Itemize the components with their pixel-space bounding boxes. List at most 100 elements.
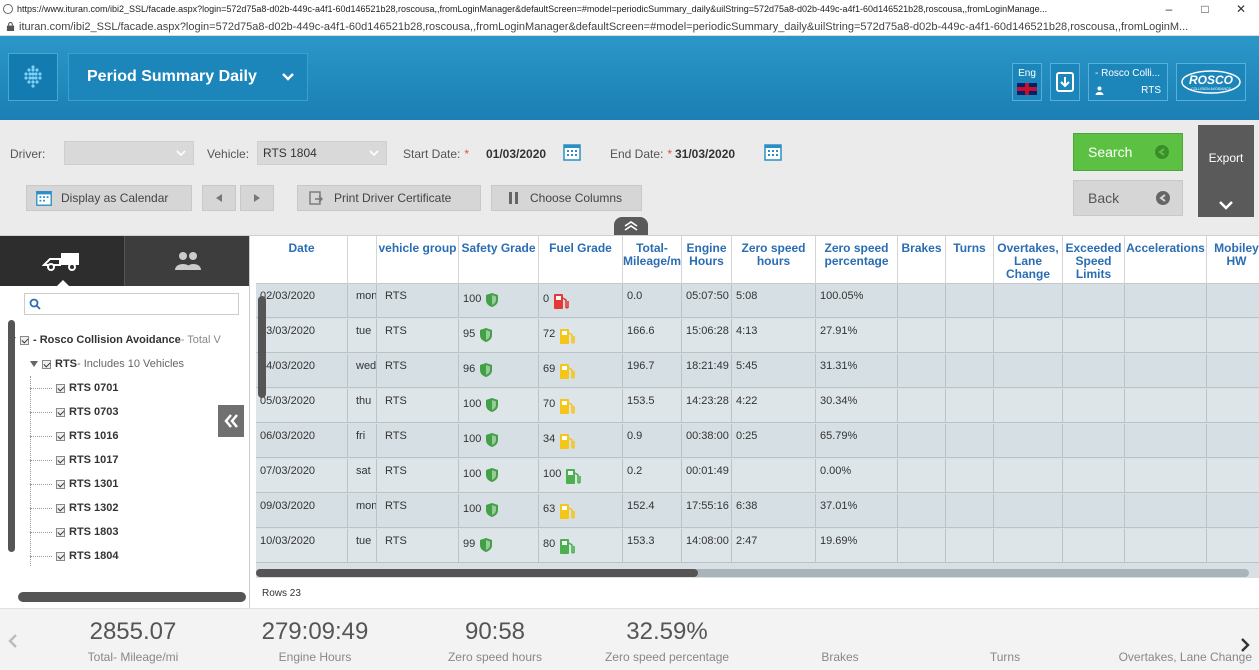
tree-vehicle-item[interactable]: RTS 1301 bbox=[8, 472, 249, 496]
cell-vehicle-group-text: RTS bbox=[385, 290, 407, 302]
tree-horizontal-scrollbar[interactable] bbox=[18, 592, 246, 602]
driver-select[interactable] bbox=[64, 141, 194, 165]
browser-title-bar: https://www.ituran.com/ibi2_SSL/facade.a… bbox=[0, 0, 1259, 18]
print-driver-certificate-button[interactable]: Print Driver Certificate bbox=[297, 185, 481, 211]
cell-safety-grade: 95 bbox=[459, 319, 539, 353]
column-header-exceeded-speed[interactable]: Exceeded Speed Limits bbox=[1063, 236, 1125, 284]
tree-vehicle-item[interactable]: RTS 1017 bbox=[8, 448, 249, 472]
checkbox[interactable] bbox=[56, 479, 65, 489]
columns-icon bbox=[509, 192, 518, 204]
chevron-left-icon[interactable] bbox=[6, 632, 20, 650]
column-header-vehicle-group[interactable]: vehicle group bbox=[377, 236, 459, 284]
column-header-fuel-grade[interactable]: Fuel Grade bbox=[539, 236, 623, 284]
choose-columns-button[interactable]: Choose Columns bbox=[491, 185, 642, 211]
tree-group[interactable]: RTS - Includes 10 Vehicles bbox=[8, 352, 249, 376]
cell-total-mileage-text: 0.0 bbox=[627, 290, 643, 302]
maximize-icon[interactable]: □ bbox=[1187, 2, 1223, 16]
table-row[interactable]: 05/03/2020 thu RTS 100 70 153.5 14:23:28 4:22 30… bbox=[256, 389, 1259, 423]
calendar-icon[interactable] bbox=[562, 142, 582, 162]
table-row[interactable]: 07/03/2020 sat RTS 100 100 0.2 00:01:49 0.00% bbox=[256, 459, 1259, 493]
column-header-turns[interactable]: Turns bbox=[946, 236, 994, 284]
user-menu[interactable]: - Rosco Colli... RTS bbox=[1088, 63, 1168, 101]
column-header-date[interactable]: Date bbox=[256, 236, 348, 284]
column-header-total-mileage[interactable]: Total-Mileage/m bbox=[623, 236, 682, 284]
calendar-icon bbox=[36, 191, 52, 206]
end-date-value[interactable]: 31/03/2020 bbox=[675, 147, 735, 161]
cell-zero-speed-hours: 2:47 bbox=[732, 529, 816, 563]
tab-vehicles[interactable] bbox=[0, 236, 125, 286]
checkbox[interactable] bbox=[42, 359, 51, 369]
tree-vehicle-item[interactable]: RTS 1804 bbox=[8, 544, 249, 568]
checkbox[interactable] bbox=[56, 383, 65, 393]
checkbox[interactable] bbox=[56, 551, 65, 561]
calendar-icon[interactable] bbox=[763, 142, 783, 162]
back-button[interactable]: Back bbox=[1073, 180, 1183, 216]
report-title-dropdown[interactable]: Period Summary Daily bbox=[68, 53, 308, 101]
next-button[interactable] bbox=[240, 185, 274, 211]
column-header-day[interactable] bbox=[348, 236, 377, 284]
vehicle-label: Vehicle: bbox=[207, 147, 250, 161]
table-row[interactable]: 03/03/2020 tue RTS 95 72 166.6 15:06:28 4:13 27.… bbox=[256, 319, 1259, 353]
cell-mobiley-hw bbox=[1207, 389, 1259, 423]
checkbox[interactable] bbox=[56, 455, 65, 465]
download-button[interactable] bbox=[1050, 63, 1080, 101]
checkbox[interactable] bbox=[56, 407, 65, 417]
table-row[interactable]: 10/03/2020 tue RTS 99 80 153.3 14:08:00 2:47 19.… bbox=[256, 529, 1259, 563]
user-icon bbox=[1095, 86, 1104, 95]
previous-button[interactable] bbox=[202, 185, 236, 211]
cell-engine-hours: 18:21:49 bbox=[682, 354, 732, 388]
column-header-zero-speed-percentage[interactable]: Zero speed percentage bbox=[816, 236, 898, 284]
cell-total-mileage: 0.2 bbox=[623, 459, 682, 493]
display-as-calendar-button[interactable]: Display as Calendar bbox=[26, 185, 192, 211]
address-bar[interactable]: ituran.com/ibi2_SSL/facade.aspx?login=57… bbox=[0, 18, 1259, 36]
column-header-engine-hours[interactable]: Engine Hours bbox=[682, 236, 732, 284]
cell-fuel-grade-text: 63 bbox=[543, 503, 556, 515]
tree-root[interactable]: - Rosco Collision Avoidance - Total V bbox=[8, 328, 249, 352]
column-header-safety-grade[interactable]: Safety Grade bbox=[459, 236, 539, 284]
tree-search-input[interactable] bbox=[24, 293, 239, 315]
cell-zero-speed-hours-text: 4:22 bbox=[736, 395, 758, 407]
checkbox[interactable] bbox=[56, 527, 65, 537]
column-header-zero-speed-hours[interactable]: Zero speed hours bbox=[732, 236, 816, 284]
chevron-down-icon bbox=[176, 150, 186, 157]
table-row[interactable]: 04/03/2020 wed RTS 96 69 196.7 18:21:49 5:45 31.… bbox=[256, 354, 1259, 388]
tab-drivers[interactable] bbox=[125, 236, 249, 286]
cell-day-text: sat bbox=[356, 465, 371, 477]
checkbox[interactable] bbox=[56, 431, 65, 441]
cell-date-text: 09/03/2020 bbox=[260, 500, 316, 512]
close-icon[interactable]: ✕ bbox=[1223, 2, 1259, 16]
language-selector[interactable]: Eng bbox=[1012, 63, 1042, 101]
chevron-right-icon[interactable] bbox=[1238, 636, 1252, 654]
tree-vehicle-item[interactable]: RTS 0701 bbox=[8, 376, 249, 400]
checkbox[interactable] bbox=[20, 335, 29, 345]
collapse-filters-handle[interactable] bbox=[614, 217, 648, 235]
tree-vertical-scrollbar[interactable] bbox=[8, 320, 15, 552]
tree-vehicle-item[interactable]: RTS 0703 bbox=[8, 400, 249, 424]
cell-exceeded-speed bbox=[1063, 284, 1125, 318]
column-header-mobiley-hw[interactable]: Mobiley HW bbox=[1207, 236, 1259, 284]
grid-vertical-scrollbar[interactable] bbox=[258, 296, 266, 398]
column-header-brakes[interactable]: Brakes bbox=[898, 236, 946, 284]
tree-vehicle-item[interactable]: RTS 1016 bbox=[8, 424, 249, 448]
start-date-value[interactable]: 01/03/2020 bbox=[486, 147, 546, 161]
column-header-accelerations[interactable]: Accelerations bbox=[1125, 236, 1207, 284]
export-button[interactable]: Export bbox=[1198, 125, 1254, 217]
grid-horizontal-scrollbar-thumb[interactable] bbox=[256, 569, 698, 577]
vehicle-select[interactable]: RTS 1804 bbox=[257, 141, 387, 165]
column-header-overtakes[interactable]: Overtakes, Lane Change bbox=[994, 236, 1063, 284]
tree-vehicle-item[interactable]: RTS 1803 bbox=[8, 520, 249, 544]
collapse-panel-button[interactable] bbox=[218, 405, 244, 437]
table-row[interactable]: 02/03/2020 mon RTS 100 0 0.0 05:07:50 5:08 100.0… bbox=[256, 284, 1259, 318]
chevron-down-icon bbox=[369, 150, 379, 157]
checkbox[interactable] bbox=[56, 503, 65, 513]
table-row[interactable]: 09/03/2020 mon RTS 100 63 152.4 17:55:16 6:38 37… bbox=[256, 494, 1259, 528]
minimize-icon[interactable]: – bbox=[1151, 2, 1187, 16]
app-logo[interactable] bbox=[8, 53, 58, 101]
cell-engine-hours-text: 00:38:00 bbox=[686, 430, 729, 442]
cell-overtakes bbox=[994, 494, 1063, 528]
cell-safety-grade-text: 100 bbox=[463, 503, 482, 515]
shield-icon bbox=[486, 293, 499, 307]
tree-vehicle-item[interactable]: RTS 1302 bbox=[8, 496, 249, 520]
table-row[interactable]: 06/03/2020 fri RTS 100 34 0.9 00:38:00 0:25 65.7… bbox=[256, 424, 1259, 458]
search-button[interactable]: Search bbox=[1073, 133, 1183, 171]
